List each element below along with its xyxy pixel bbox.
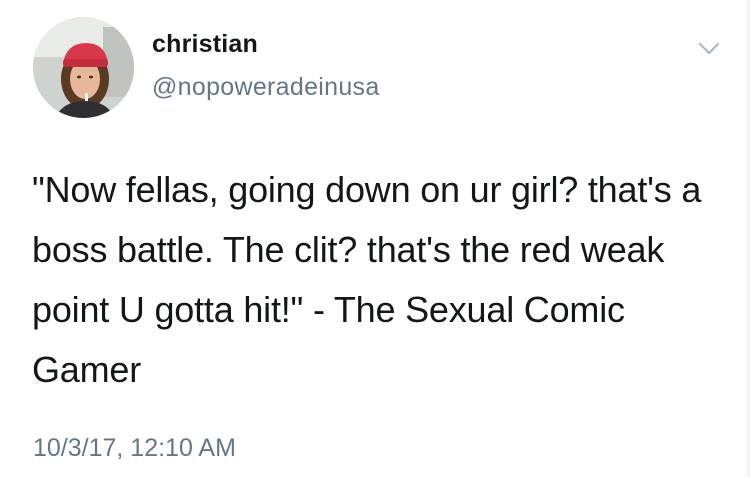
tweet-text: "Now fellas, going down on ur girl? that… xyxy=(32,169,712,390)
screen-edge-divider xyxy=(744,0,750,477)
avatar-photo xyxy=(33,17,134,118)
tweet-card: christian @nopoweradeinusa "Now fellas, … xyxy=(0,0,750,477)
chevron-down-icon[interactable] xyxy=(692,36,726,60)
display-name[interactable]: christian xyxy=(152,30,258,59)
user-handle[interactable]: @nopoweradeinusa xyxy=(152,73,380,102)
avatar[interactable] xyxy=(33,17,134,118)
tweet-timestamp[interactable]: 10/3/17, 12:10 AM xyxy=(33,434,236,463)
